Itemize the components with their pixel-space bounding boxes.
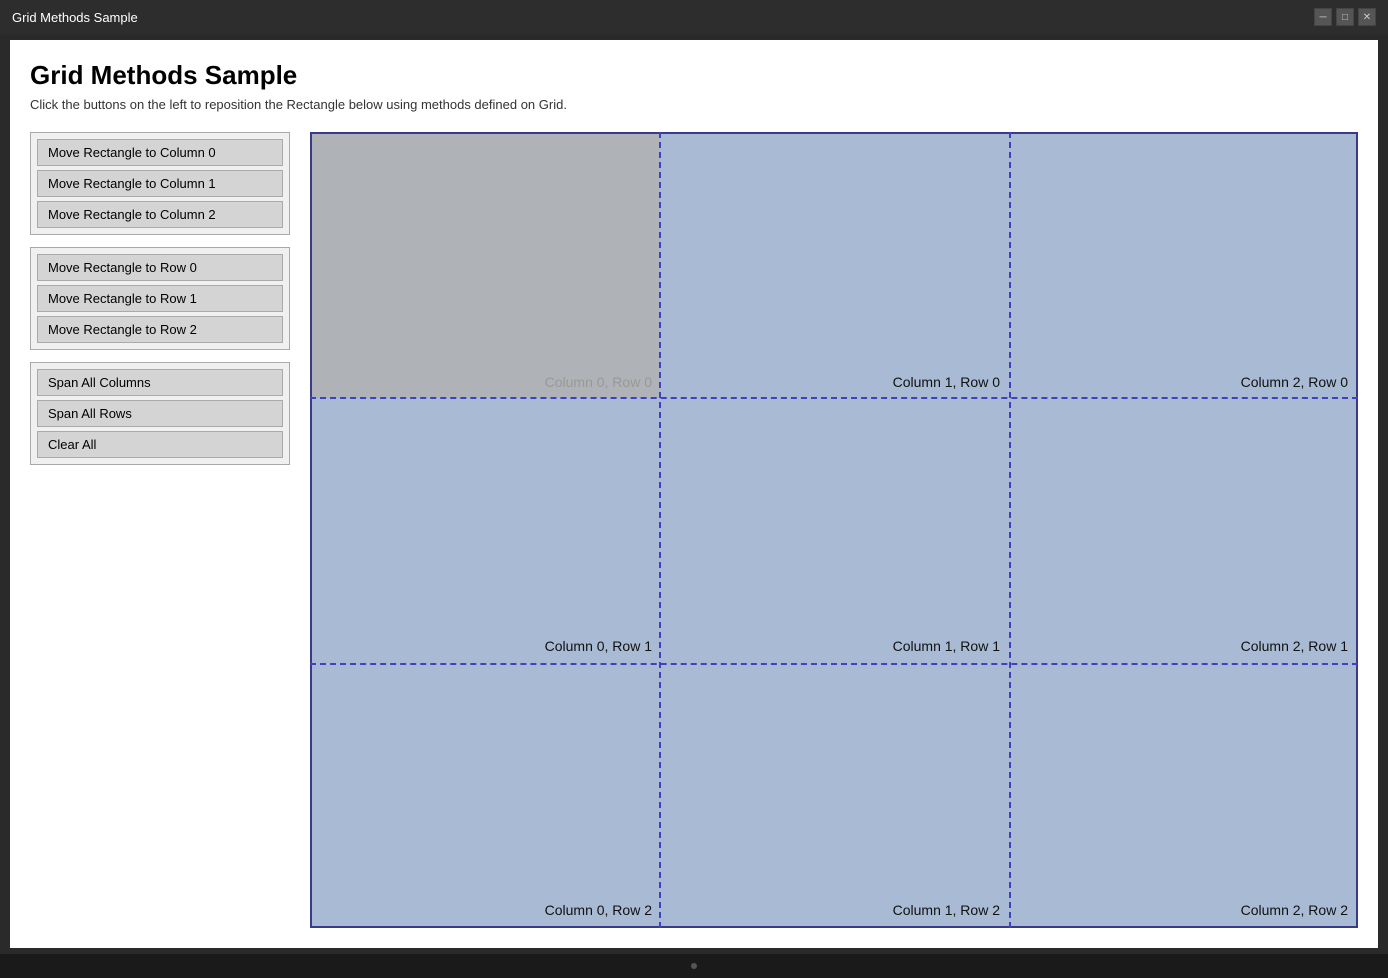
move-rect-row1-button[interactable]: Move Rectangle to Row 1 (37, 285, 283, 312)
main-window: Grid Methods Sample Click the buttons on… (10, 40, 1378, 948)
span-all-rows-button[interactable]: Span All Rows (37, 400, 283, 427)
taskbar (0, 954, 1388, 978)
title-bar-controls: ─ □ ✕ (1314, 8, 1376, 26)
maximize-button[interactable]: □ (1336, 8, 1354, 26)
content-area: Move Rectangle to Column 0 Move Rectangl… (30, 132, 1358, 928)
page-title: Grid Methods Sample (30, 60, 1358, 91)
grid-cell-col2-row2: Column 2, Row 2 (1008, 662, 1356, 926)
move-rect-col2-button[interactable]: Move Rectangle to Column 2 (37, 201, 283, 228)
cell-label-col0-row2: Column 0, Row 2 (545, 902, 652, 918)
row-button-group: Move Rectangle to Row 0 Move Rectangle t… (30, 247, 290, 350)
move-rect-col1-button[interactable]: Move Rectangle to Column 1 (37, 170, 283, 197)
cell-label-col1-row0: Column 1, Row 0 (893, 374, 1000, 390)
controls-panel: Move Rectangle to Column 0 Move Rectangl… (30, 132, 290, 928)
page-subtitle: Click the buttons on the left to reposit… (30, 97, 1358, 112)
close-button[interactable]: ✕ (1358, 8, 1376, 26)
grid-cell-col0-row1: Column 0, Row 1 (312, 398, 660, 662)
grid-display: Column 0, Row 0 Column 1, Row 0 Column 2, … (310, 132, 1358, 928)
grid-cell-col1-row2: Column 1, Row 2 (660, 662, 1008, 926)
taskbar-dot (691, 963, 697, 969)
grid-cell-col1-row0: Column 1, Row 0 (660, 134, 1008, 398)
grid-cell-col1-row1: Column 1, Row 1 (660, 398, 1008, 662)
move-rect-row0-button[interactable]: Move Rectangle to Row 0 (37, 254, 283, 281)
move-rect-row2-button[interactable]: Move Rectangle to Row 2 (37, 316, 283, 343)
grid-cell-col0-row2: Column 0, Row 2 (312, 662, 660, 926)
cell-label-col1-row2: Column 1, Row 2 (893, 902, 1000, 918)
span-all-columns-button[interactable]: Span All Columns (37, 369, 283, 396)
clear-all-button[interactable]: Clear All (37, 431, 283, 458)
grid-container: Column 0, Row 0 Column 1, Row 0 Column 2, … (310, 132, 1358, 928)
span-button-group: Span All Columns Span All Rows Clear All (30, 362, 290, 465)
grid-wrapper: Column 0, Row 0 Column 1, Row 0 Column 2, … (310, 132, 1358, 928)
cell-label-col0-row1: Column 0, Row 1 (545, 638, 652, 654)
grid-cell-col0-row0: Column 0, Row 0 (312, 134, 660, 398)
move-rect-col0-button[interactable]: Move Rectangle to Column 0 (37, 139, 283, 166)
title-bar: Grid Methods Sample ─ □ ✕ (0, 0, 1388, 34)
grid-cell-col2-row0: Column 2, Row 0 (1008, 134, 1356, 398)
rectangle-overlay (312, 134, 660, 398)
cell-label-col2-row1: Column 2, Row 1 (1241, 638, 1348, 654)
minimize-button[interactable]: ─ (1314, 8, 1332, 26)
cell-label-col0-row0: Column 0, Row 0 (545, 374, 652, 390)
column-button-group: Move Rectangle to Column 0 Move Rectangl… (30, 132, 290, 235)
cell-label-col2-row2: Column 2, Row 2 (1241, 902, 1348, 918)
cell-label-col2-row0: Column 2, Row 0 (1241, 374, 1348, 390)
cell-label-col1-row1: Column 1, Row 1 (893, 638, 1000, 654)
grid-cell-col2-row1: Column 2, Row 1 (1008, 398, 1356, 662)
title-bar-text: Grid Methods Sample (12, 10, 138, 25)
